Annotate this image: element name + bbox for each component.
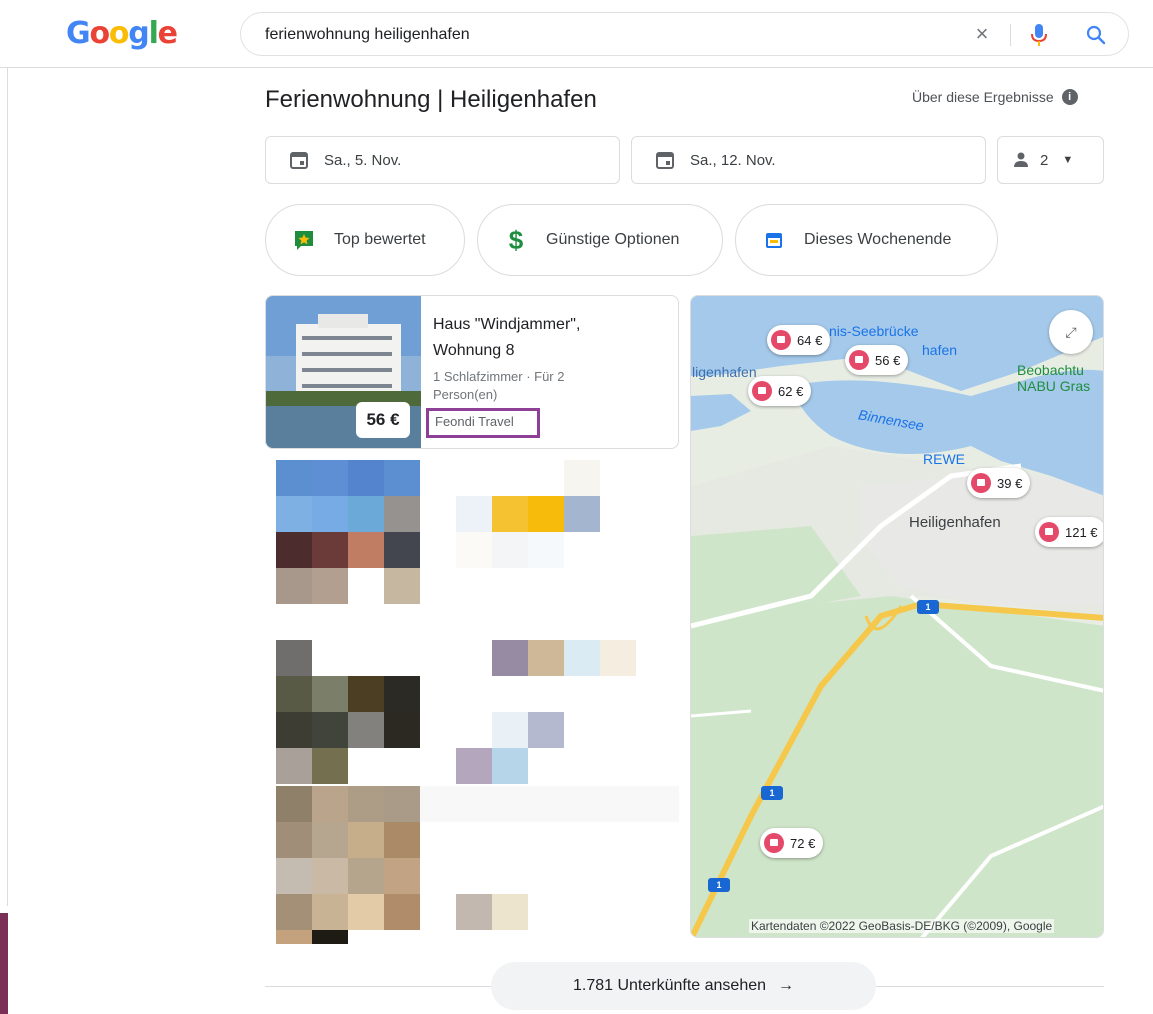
panel-title: Ferienwohnung | Heiligenhafen bbox=[265, 86, 597, 113]
map[interactable]: nis-Seebrücke hafen Binnensee ligenhafen… bbox=[690, 295, 1104, 938]
home-icon bbox=[764, 833, 784, 853]
highway-shield: 1 bbox=[708, 878, 730, 892]
chevron-down-icon: ▼ bbox=[1062, 154, 1074, 166]
home-icon bbox=[752, 381, 772, 401]
home-icon bbox=[771, 330, 791, 350]
listing-provider[interactable]: Feondi Travel bbox=[426, 408, 540, 438]
home-icon bbox=[971, 473, 991, 493]
map-water-label: ligenhafen bbox=[692, 364, 757, 380]
filter-top-rated-label: Top bewertet bbox=[334, 231, 426, 248]
map-place-label: Heiligenhafen bbox=[909, 514, 1001, 531]
calendar-icon bbox=[763, 229, 785, 251]
map-price-pin[interactable]: 72 € bbox=[760, 828, 824, 858]
map-pin-price: 39 € bbox=[997, 475, 1023, 491]
filter-top-rated[interactable]: Top bewertet bbox=[265, 204, 465, 276]
map-pin-price: 64 € bbox=[797, 332, 823, 348]
listing-card-blurred[interactable] bbox=[265, 784, 679, 944]
filter-this-weekend[interactable]: Dieses Wochenende bbox=[735, 204, 998, 276]
map-pin-price: 121 € bbox=[1065, 524, 1098, 540]
about-results-link[interactable]: Über diese Ergebnisse i bbox=[912, 89, 1078, 105]
calendar-icon bbox=[290, 152, 308, 169]
map-price-pin[interactable]: 121 € bbox=[1035, 517, 1103, 547]
search-icon[interactable] bbox=[1085, 24, 1107, 46]
checkin-date-field[interactable]: Sa., 5. Nov. bbox=[265, 136, 620, 184]
map-pin-price: 56 € bbox=[875, 352, 901, 368]
listing-card-blurred[interactable] bbox=[265, 626, 679, 784]
arrow-right-icon: → bbox=[778, 977, 795, 994]
map-water-label: hafen bbox=[922, 342, 958, 358]
map-price-pin[interactable]: 39 € bbox=[967, 468, 1031, 498]
left-edge-bar bbox=[0, 913, 8, 1014]
listing-card[interactable]: 56 € Haus "Windjammer", Wohnung 8 1 Schl… bbox=[265, 295, 679, 449]
expand-map-button[interactable]: ⤢ bbox=[1049, 310, 1093, 354]
map-water-label: Beobachtu bbox=[1017, 362, 1084, 378]
view-more-accommodations-button[interactable]: 1.781 Unterkünfte ansehen → bbox=[491, 962, 876, 1010]
map-place-label: REWE bbox=[923, 451, 965, 467]
star-flag-icon bbox=[293, 229, 315, 251]
map-price-pin[interactable]: 64 € bbox=[767, 325, 831, 355]
filter-cheap-options[interactable]: $ Günstige Optionen bbox=[477, 204, 723, 276]
filter-this-weekend-label: Dieses Wochenende bbox=[804, 231, 952, 248]
guests-select[interactable]: 2 ▼ bbox=[997, 136, 1104, 184]
view-more-label: 1.781 Unterkünfte ansehen bbox=[572, 977, 767, 994]
map-price-pin[interactable]: 56 € bbox=[845, 345, 909, 375]
dollar-icon: $ bbox=[508, 224, 524, 255]
map-attribution: Kartendaten ©2022 GeoBasis-DE/BKG (©2009… bbox=[749, 919, 1055, 933]
listing-details: 1 Schlafzimmer · Für 2 Person(en) bbox=[433, 369, 565, 402]
close-icon[interactable]: × bbox=[971, 23, 993, 46]
google-logo[interactable]: Google bbox=[66, 16, 178, 51]
map-pin-price: 62 € bbox=[778, 383, 804, 399]
map-pin-price: 72 € bbox=[790, 835, 816, 851]
left-column-border bbox=[0, 68, 8, 906]
mic-icon[interactable] bbox=[1029, 23, 1049, 47]
header: Google × bbox=[0, 0, 1153, 68]
listing-title: Haus "Windjammer", Wohnung 8 bbox=[433, 316, 581, 359]
about-results-label: Über diese Ergebnisse bbox=[912, 89, 1054, 105]
map-water-label: NABU Gras bbox=[1017, 378, 1091, 394]
home-icon bbox=[1039, 522, 1059, 542]
highway-shield: 1 bbox=[917, 600, 939, 614]
checkout-date: Sa., 12. Nov. bbox=[690, 151, 776, 169]
listing-price: 56 € bbox=[356, 402, 410, 438]
guests-count: 2 bbox=[1040, 151, 1049, 169]
map-water-label: nis-Seebrücke bbox=[829, 323, 919, 339]
person-icon bbox=[1014, 152, 1028, 167]
search-input[interactable] bbox=[265, 23, 955, 47]
checkout-date-field[interactable]: Sa., 12. Nov. bbox=[631, 136, 986, 184]
calendar-icon bbox=[656, 152, 674, 169]
listing-card-blurred[interactable] bbox=[265, 458, 679, 608]
home-icon bbox=[849, 350, 869, 370]
info-icon: i bbox=[1061, 89, 1078, 105]
highway-shield: 1 bbox=[761, 786, 783, 800]
checkin-date: Sa., 5. Nov. bbox=[324, 151, 402, 169]
search-box: × bbox=[240, 12, 1129, 56]
map-price-pin[interactable]: 62 € bbox=[748, 376, 812, 406]
filter-cheap-options-label: Günstige Optionen bbox=[546, 231, 680, 248]
listing-photo: 56 € bbox=[266, 296, 421, 448]
search-divider bbox=[1010, 24, 1011, 46]
